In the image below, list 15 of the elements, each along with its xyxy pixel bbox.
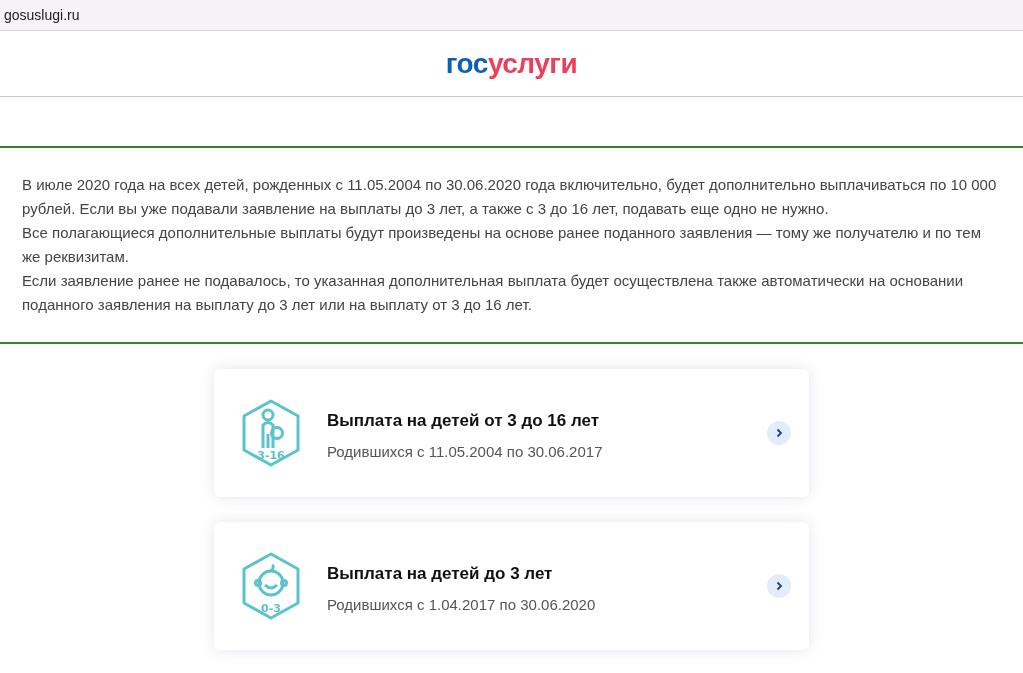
age-label: 0-3 [261, 602, 281, 615]
card-title: Выплата на детей от 3 до 16 лет [327, 410, 601, 431]
gosuslugi-logo[interactable]: госуслуги [445, 47, 578, 80]
address-url: gosuslugi.ru [4, 7, 80, 23]
chevron-right-icon[interactable] [767, 574, 791, 598]
notice-paragraph: Если заявление ранее не подавалось, то указанная дополнительная выплата будет осуществлена также автоматически на основании поданного заявления на выплату до 3 лет или на выплату от 3 до 16 лет. [22, 271, 965, 315]
card-title: Выплата на детей до 3 лет [327, 563, 554, 584]
hexagon-icon [242, 552, 300, 620]
card-subtitle: Родившихся с 11.05.2004 по 30.06.2017 [327, 442, 604, 460]
notice-paragraph: В июле 2020 года на всех детей, рожденных с 11.05.2004 по 30.06.2020 года включительно, будет дополнительно выплачиваться по 10 000 рублей. Если вы уже подавали заявление на выплаты до 3 лет, а также с 3 до 16 лет, подавать еще одно не нужно. [22, 175, 998, 219]
hexagon-icon [242, 399, 300, 467]
chevron-right-icon[interactable] [767, 421, 791, 445]
payment-card[interactable]: 0-3 Выплата на детей до 3 лет Родившихся с 1.04.2017 по 30.06.2020 [214, 522, 809, 650]
notice-paragraph: Все полагающиеся дополнительные выплаты будут произведены на основе ранее поданного заявления — тому же получателю и по тем же реквизитам. [22, 223, 982, 267]
card-subtitle: Родившихся с 1.04.2017 по 30.06.2020 [327, 595, 597, 613]
